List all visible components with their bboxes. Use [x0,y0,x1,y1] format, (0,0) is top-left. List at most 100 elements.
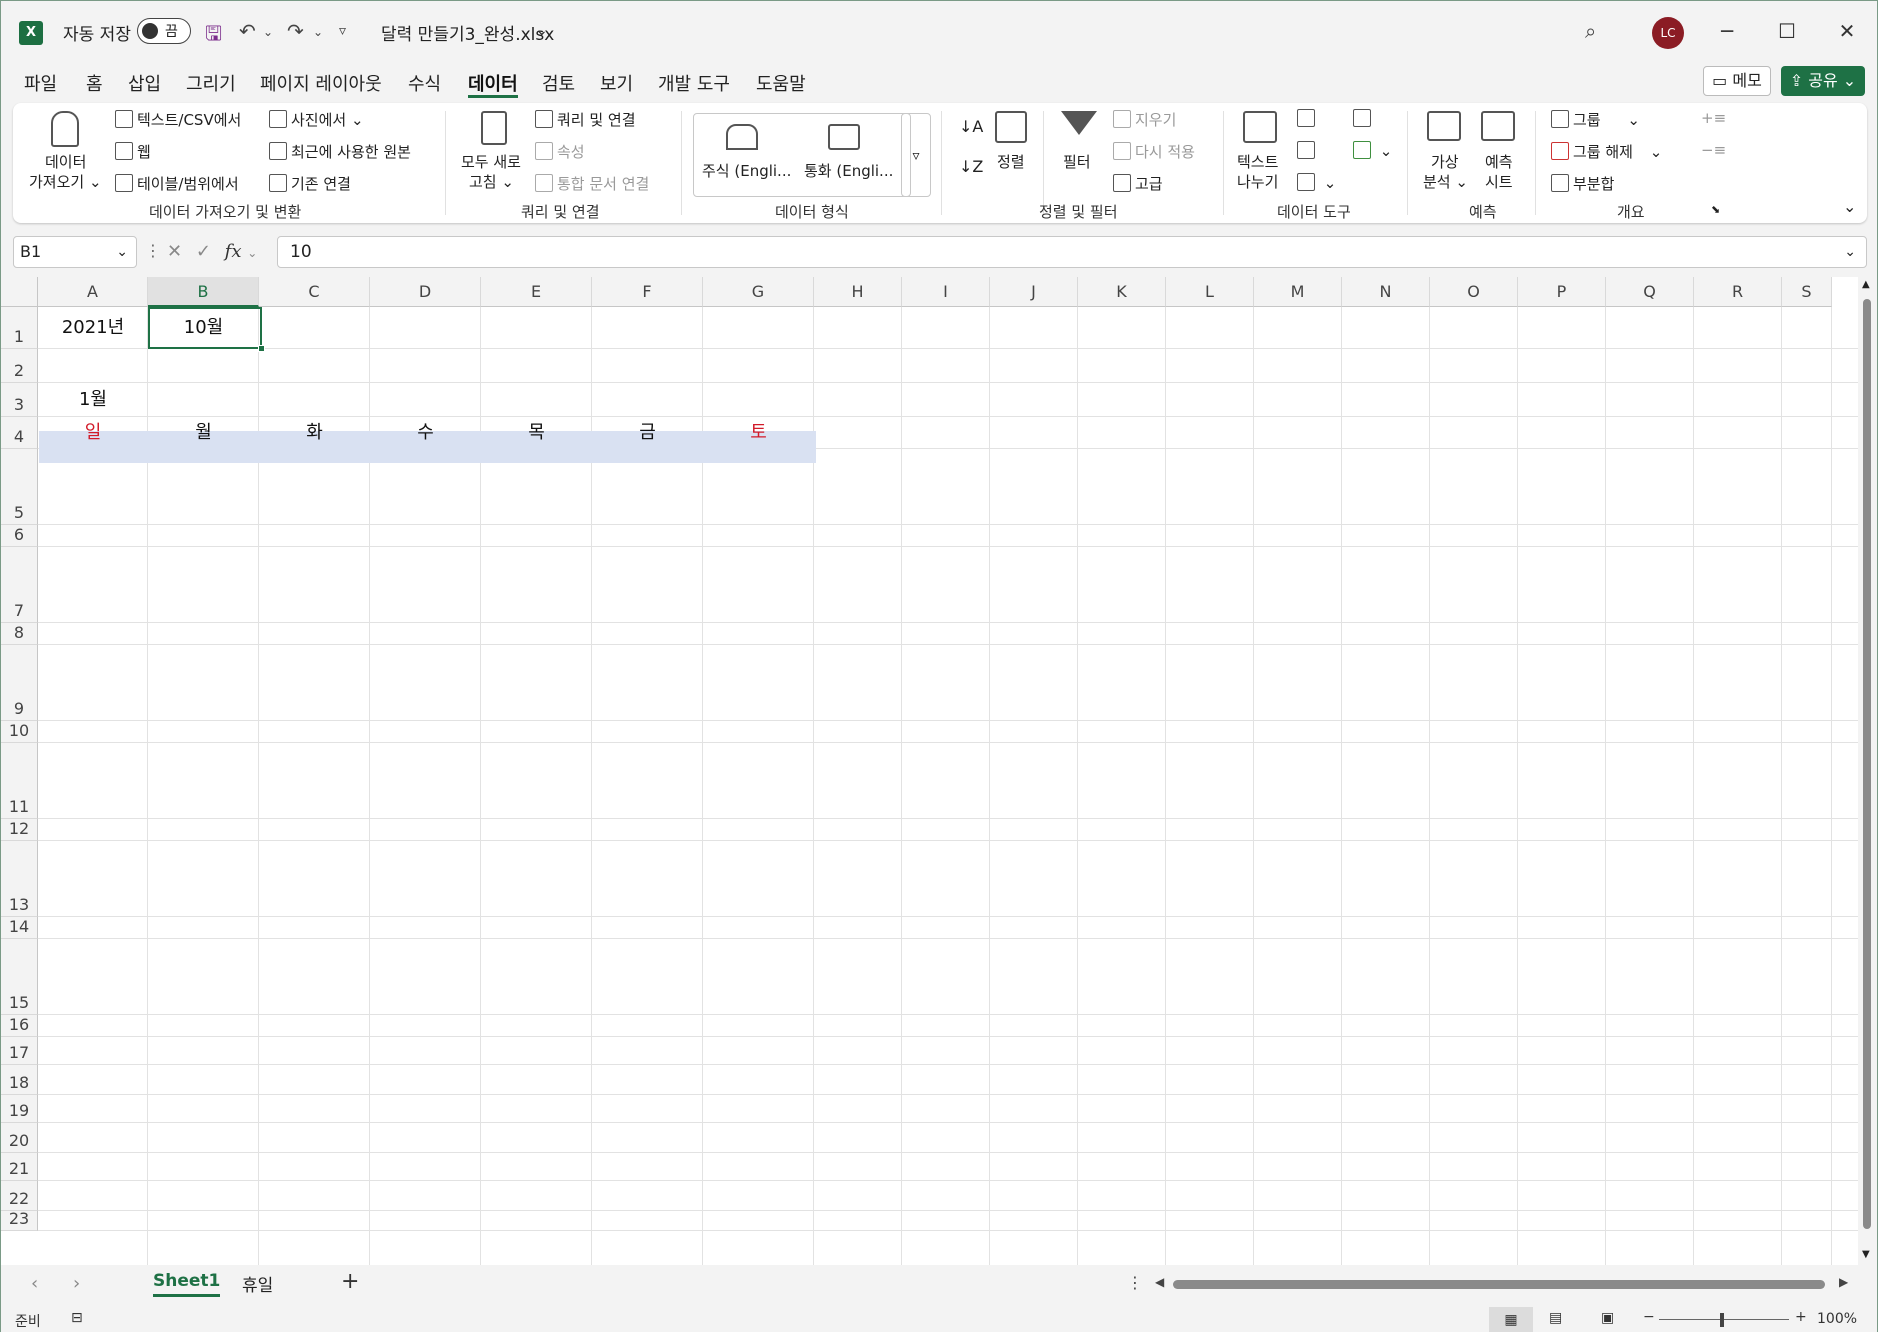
name-box[interactable]: B1 ⌄ [13,236,137,268]
column-header-m[interactable]: M [1254,277,1342,307]
search-icon[interactable]: ⌕ [1585,19,1596,43]
tab-developer[interactable]: 개발 도구 [658,70,730,96]
share-button[interactable]: ⇪ 공유 ⌄ [1781,66,1865,96]
cell-a3[interactable]: 1월 [38,383,148,417]
name-box-chevron-icon[interactable]: ⌄ [116,237,128,267]
sort-button[interactable]: 정렬 [997,151,1025,172]
remove-duplicates-icon[interactable] [1297,141,1319,160]
queries-connections-button[interactable]: 쿼리 및 연결 [535,109,636,130]
collapse-ribbon-icon[interactable]: ⌄ [1843,197,1856,216]
column-header-d[interactable]: D [370,277,481,307]
tab-data[interactable]: 데이터 [468,70,518,96]
add-sheet-icon[interactable]: + [341,1269,359,1294]
column-header-l[interactable]: L [1166,277,1254,307]
fill-handle[interactable] [258,345,265,352]
formula-input[interactable]: 10 ⌄ [277,236,1867,268]
column-header-k[interactable]: K [1078,277,1166,307]
scroll-up-icon[interactable]: ▲ [1862,279,1870,290]
column-header-e[interactable]: E [481,277,592,307]
row-header-5[interactable]: 5 [1,449,38,525]
worksheet-grid[interactable]: ABCDEFGHIJKLMNOPQRS 1 2 3 4 5 6 7 8 9 10 11 12 13 14 1… [1,277,1877,1265]
tab-home[interactable]: 홈 [86,70,103,96]
column-header-c[interactable]: C [259,277,370,307]
row-header-2[interactable]: 2 [1,349,38,383]
column-header-f[interactable]: F [592,277,703,307]
row-header-20[interactable]: 20 [1,1123,38,1153]
reapply-button[interactable]: 다시 적용 [1113,141,1195,162]
row-header-16[interactable]: 16 [1,1015,38,1037]
tab-file[interactable]: 파일 [24,70,57,96]
more-options-icon[interactable]: ⋮ [145,241,161,260]
normal-view-icon[interactable]: ▦ [1489,1307,1533,1332]
row-header-11[interactable]: 11 [1,743,38,819]
row-header-9[interactable]: 9 [1,645,38,721]
row-header-21[interactable]: 21 [1,1153,38,1181]
page-layout-view-icon[interactable]: ▤ [1549,1310,1562,1326]
row-header-12[interactable]: 12 [1,819,38,841]
subtotal-button[interactable]: 부분합 [1551,173,1614,194]
consolidate-icon[interactable] [1353,109,1375,128]
enter-icon[interactable]: ✓ [196,241,211,262]
advanced-filter-button[interactable]: 고급 [1113,173,1163,194]
tab-view[interactable]: 보기 [600,70,633,96]
column-header-j[interactable]: J [990,277,1078,307]
row-header-3[interactable]: 3 [1,383,38,417]
column-header-b[interactable]: B [148,277,259,307]
select-all-corner[interactable] [1,277,38,307]
row-header-6[interactable]: 6 [1,525,38,547]
row-header-10[interactable]: 10 [1,721,38,743]
zoom-in-icon[interactable]: + [1795,1309,1807,1325]
weekday-cell[interactable]: 토 [703,417,814,449]
prev-sheet-icon[interactable]: ‹ [31,1273,38,1294]
weekday-cell[interactable]: 수 [370,417,481,449]
sheet-tab-holiday[interactable]: 휴일 [242,1271,273,1296]
column-header-a[interactable]: A [38,277,148,307]
row-header-19[interactable]: 19 [1,1095,38,1123]
tab-insert[interactable]: 삽입 [128,70,161,96]
row-header-14[interactable]: 14 [1,917,38,939]
expand-formula-icon[interactable]: ⌄ [1844,237,1856,267]
edit-links-button[interactable]: 통합 문서 연결 [535,173,649,194]
flash-fill-icon[interactable] [1297,109,1319,128]
filename-chevron-icon[interactable]: ⌄ [536,23,548,39]
row-header-8[interactable]: 8 [1,623,38,645]
undo-dropdown-icon[interactable]: ⌄ [263,25,273,39]
next-sheet-icon[interactable]: › [73,1273,80,1294]
column-header-s[interactable]: S [1782,277,1832,307]
text-to-columns-button[interactable]: 텍스트 [1237,151,1278,172]
zoom-out-icon[interactable]: − [1643,1309,1655,1325]
horizontal-scroll-thumb[interactable] [1173,1280,1825,1289]
row-header-1[interactable]: 1 [1,307,38,349]
zoom-slider[interactable] [1659,1319,1789,1320]
forecast-sheet-button[interactable]: 예측 [1485,151,1513,172]
data-model-icon[interactable]: ⌄ [1353,141,1392,160]
group-button[interactable]: 그룹 ⌄ [1551,109,1640,130]
scroll-left-icon[interactable]: ◀ [1155,1275,1164,1289]
tab-help[interactable]: 도움말 [756,70,806,96]
row-header-17[interactable]: 17 [1,1037,38,1065]
close-button[interactable]: ✕ [1827,15,1867,47]
column-header-g[interactable]: G [703,277,814,307]
row-header-15[interactable]: 15 [1,939,38,1015]
cancel-icon[interactable]: ✕ [167,241,182,262]
weekday-cell[interactable]: 금 [592,417,703,449]
save-icon[interactable]: 🖫 [205,19,222,53]
column-header-h[interactable]: H [814,277,902,307]
clear-filter-button[interactable]: 지우기 [1113,109,1176,130]
ungroup-button[interactable]: 그룹 해제 ⌄ [1551,141,1662,162]
zoom-level[interactable]: 100% [1817,1311,1857,1327]
undo-icon[interactable]: ↶ [239,19,256,43]
from-picture-button[interactable]: 사진에서 ⌄ [269,109,364,130]
refresh-all-button[interactable]: 모두 새로 [461,151,521,172]
from-text-csv-button[interactable]: 텍스트/CSV에서 [115,109,241,130]
scroll-right-icon[interactable]: ▶ [1839,1275,1848,1289]
existing-connections-button[interactable]: 기존 연결 [269,173,351,194]
customize-toolbar-icon[interactable]: ▿ [339,23,346,39]
tab-draw[interactable]: 그리기 [186,70,236,96]
column-header-o[interactable]: O [1430,277,1518,307]
refresh-all-dropdown[interactable]: 고침 ⌄ [469,171,514,192]
weekday-cell[interactable]: 일 [38,417,148,449]
vertical-scroll-thumb[interactable] [1863,299,1871,1229]
minimize-button[interactable]: ─ [1707,15,1747,47]
recent-sources-button[interactable]: 최근에 사용한 원본 [269,141,411,162]
